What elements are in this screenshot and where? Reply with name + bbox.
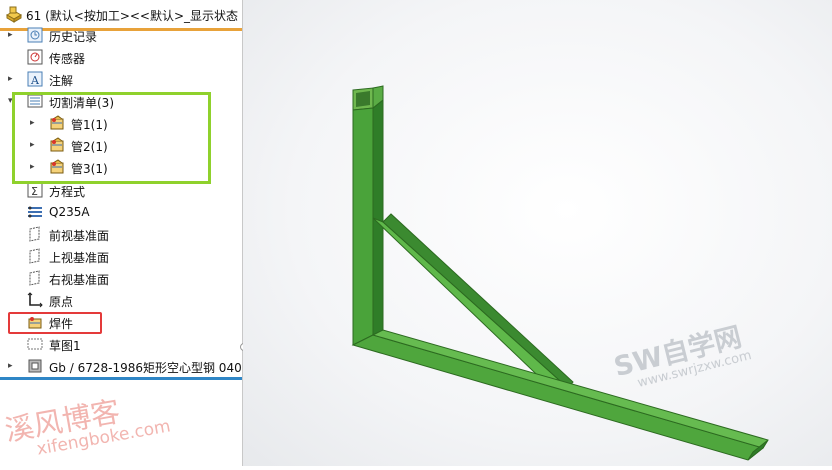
tree-item[interactable]: ▸ A 注解 [0,69,242,91]
vertical-tube[interactable] [352,85,384,346]
tree-item-label: 右视基准面 [49,273,110,287]
tree-item[interactable]: ▸ Gb / 6728-1986矩形空心型钢 040 [0,356,242,378]
tree-item-label: Q235A [49,205,90,219]
plane-icon [29,248,40,264]
rollback-bar[interactable] [0,377,242,380]
material-icon [28,206,42,218]
tree-item-label: 传感器 [49,52,86,66]
tree-item[interactable]: 上视基准面 [0,246,242,268]
equation-icon: Σ [27,182,43,198]
expand-arrow-icon[interactable]: ▸ [8,361,13,371]
tree-item[interactable]: 草图1 [0,334,242,356]
plane-icon [29,270,40,286]
graphics-viewport[interactable] [243,0,832,466]
tree-item-label: 历史记录 [49,30,98,44]
annotation-icon: A [27,71,43,87]
cutlist-highlight-box [12,92,211,184]
expand-arrow-icon[interactable]: ▸ [8,74,13,84]
origin-icon [27,292,43,308]
tree-item[interactable]: Q235A [0,202,242,224]
document-title: 61 (默认<按加工><<默认>_显示状态 [26,9,239,23]
tree-item-label: 前视基准面 [49,229,110,243]
weldment-frame-model[interactable] [243,0,832,466]
svg-text:A: A [30,74,40,87]
tree-item-label: 原点 [49,295,74,309]
sketch-icon [27,338,43,350]
expand-arrow-icon[interactable]: ▸ [8,30,13,40]
tree-item[interactable]: 右视基准面 [0,268,242,290]
plane-icon [29,226,40,242]
tree-item-label: Gb / 6728-1986矩形空心型钢 040 [49,361,242,375]
history-icon [27,27,43,43]
structural-member-icon [28,359,42,373]
part-icon [5,6,23,23]
tree-item[interactable]: 原点 [0,290,242,312]
svg-text:Σ: Σ [31,185,38,198]
tree-item[interactable]: 传感器 [0,47,242,69]
tree-item-label: 上视基准面 [49,251,110,265]
tree-item[interactable]: ▸ 历史记录 [0,25,242,47]
tree-item-label: 方程式 [49,185,86,199]
feature-manager-tree: 61 (默认<按加工><<默认>_显示状态 ▸ 历史记录 传感器 ▸ A 注解 ▾ 切割清单(… [0,0,242,466]
weldment-highlight-box [8,312,102,334]
tree-item-label: 草图1 [49,339,81,353]
sensor-icon [27,49,43,65]
tree-header[interactable]: 61 (默认<按加工><<默认>_显示状态 [0,0,242,28]
tree-item-label: 注解 [49,74,74,88]
tree-item[interactable]: 前视基准面 [0,224,242,246]
